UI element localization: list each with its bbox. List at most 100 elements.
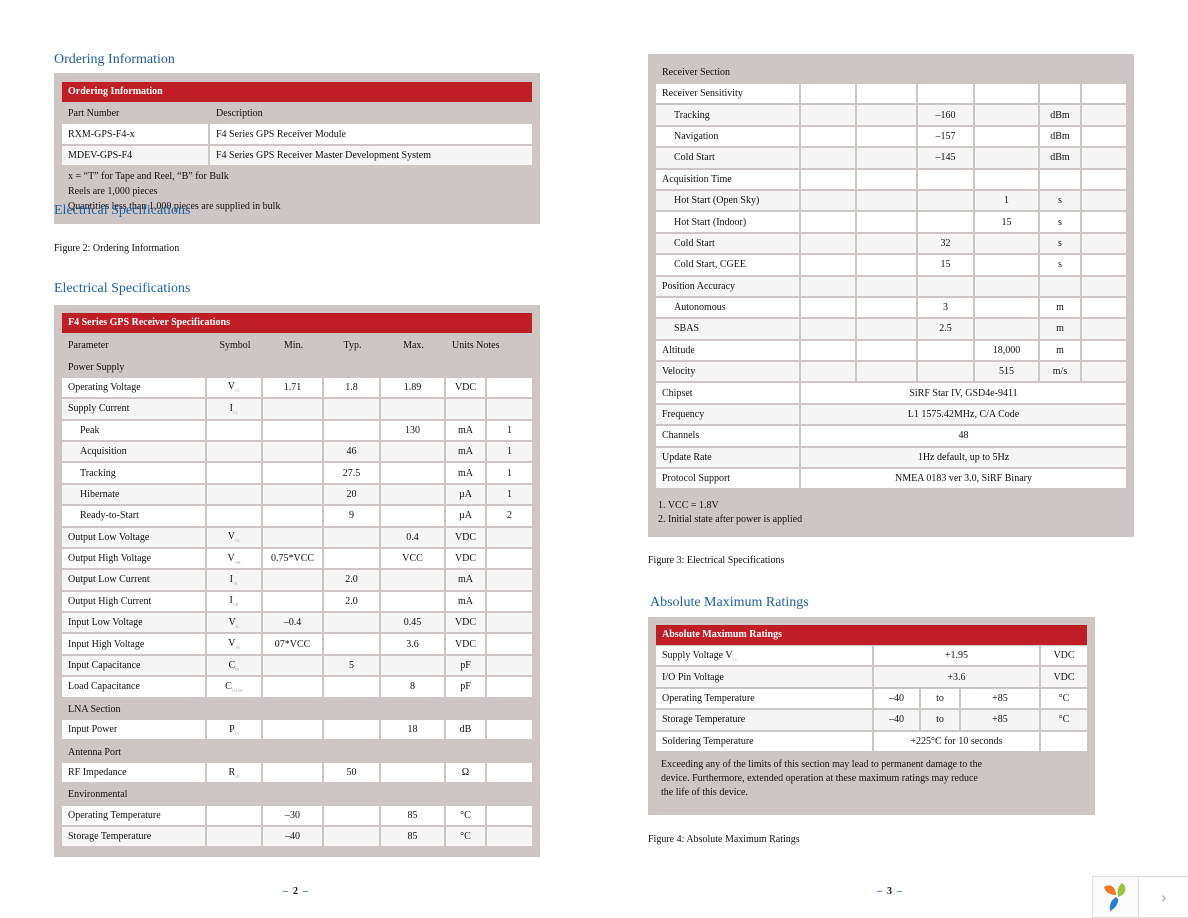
typ: 2.0 [324, 591, 381, 614]
description: F4 Series GPS Receiver Module [210, 124, 532, 146]
table-row: RXM-GPS-F4-x F4 Series GPS Receiver Modul… [62, 124, 532, 146]
typ: 32 [918, 233, 975, 256]
symbol [801, 233, 857, 256]
next-page-button[interactable]: › [1139, 877, 1188, 917]
range-to: to [921, 688, 961, 711]
min [263, 441, 324, 464]
max: 85 [381, 826, 446, 849]
symbol [801, 148, 857, 170]
symbol: IOH [207, 591, 263, 614]
notes [487, 377, 532, 400]
section-label: LNA Section [68, 703, 121, 715]
typ: –157 [918, 126, 975, 149]
footnote: 2. Initial state after power is applied [658, 514, 803, 525]
table-row: Update Rate 1Hz default, up to 5Hz [656, 447, 1126, 470]
typ [918, 276, 975, 298]
min [857, 126, 918, 149]
notes [1082, 212, 1126, 234]
units [1041, 731, 1087, 753]
absmax-heading: Absolute Maximum Ratings [650, 595, 809, 610]
units: mA [446, 570, 487, 592]
value: 48 [801, 426, 1126, 448]
table-row: Cold Start, CGEE 15 s [656, 255, 1126, 277]
max [381, 463, 446, 485]
parameter: Hot Start (Indoor) [656, 212, 801, 234]
page-number: – 2 – [283, 886, 308, 897]
notes: 1 [487, 463, 532, 485]
symbol [207, 420, 263, 442]
table-row: Operating Temperature –40 to +85 °C [656, 688, 1087, 711]
max [381, 570, 446, 592]
symbol [801, 126, 857, 149]
table-row: Autonomous 3 m [656, 297, 1126, 320]
parameter: Output Low Voltage [62, 527, 207, 549]
typ: 15 [918, 255, 975, 277]
units: VDC [1041, 646, 1087, 668]
page-number: – 3 – [877, 886, 902, 897]
col-header: Max. [403, 340, 424, 352]
table-row: Input Low Voltage VIL –0.4 0.45 VDC [62, 613, 532, 635]
col-header-description: Description [216, 108, 263, 120]
typ [324, 720, 381, 742]
table-row: Acquisition 46 mA 1 [62, 441, 532, 464]
parameter: Frequency [656, 404, 801, 427]
footnote: 1. VCC = 1.8V [658, 500, 719, 511]
parameter: Receiver Sensitivity [656, 84, 801, 106]
symbol: CLOAD [207, 677, 263, 699]
col-header-part-number: Part Number [68, 108, 120, 120]
units: VDC [446, 634, 487, 656]
table-row: Frequency L1 1575.42MHz, C/A Code [656, 404, 1126, 427]
units: m [1040, 340, 1082, 363]
footnotes: 1. VCC = 1.8V 2. Initial state after pow… [658, 499, 802, 527]
units: µA [446, 506, 487, 528]
units: °C [1041, 688, 1087, 711]
typ [324, 677, 381, 699]
max [381, 591, 446, 614]
min [263, 463, 324, 485]
value: L1 1575.42MHz, C/A Code [801, 404, 1126, 427]
notes [1082, 276, 1126, 298]
notes [1082, 319, 1126, 341]
parameter: Ready-to-Start [62, 506, 207, 528]
typ [918, 190, 975, 213]
parameter: Position Accuracy [656, 276, 801, 298]
parameter: Operating Voltage [62, 377, 207, 400]
symbol-subscript: CC [234, 388, 241, 394]
symbol-subscript: OH [234, 559, 241, 565]
app-logo-icon[interactable] [1093, 877, 1139, 917]
symbol [207, 484, 263, 507]
symbol: ICC [207, 399, 263, 421]
table-row: Tracking 27.5 mA 1 [62, 463, 532, 485]
max [381, 762, 446, 785]
max [381, 655, 446, 678]
absmax-warning: Exceeding any of the limits of this sect… [661, 759, 983, 798]
parameter: Channels [656, 426, 801, 448]
figure-caption: Figure 2: Ordering Information [54, 243, 180, 254]
typ [324, 613, 381, 635]
notes: 1 [487, 441, 532, 464]
max: 85 [381, 805, 446, 827]
units: µA [446, 484, 487, 507]
symbol: VIH [207, 634, 263, 656]
typ [324, 826, 381, 849]
symbol [207, 463, 263, 485]
symbol: IOL [207, 570, 263, 592]
symbol [801, 84, 857, 106]
units: m/s [1040, 362, 1082, 384]
notes [487, 613, 532, 635]
symbol-subscript: OL [233, 580, 239, 586]
table-row: Storage Temperature –40 to +85 °C [656, 710, 1087, 732]
max [975, 319, 1040, 341]
section-label: Environmental [68, 789, 128, 801]
notes [1082, 233, 1126, 256]
table-row: I/O Pin Voltage +3.6 VDC [656, 667, 1087, 689]
figure-caption: Figure 4: Absolute Maximum Ratings [648, 834, 800, 845]
notes [1082, 297, 1126, 320]
parameter: Load Capacitance [62, 677, 207, 699]
typ [918, 362, 975, 384]
min: –30 [263, 805, 324, 827]
symbol [801, 297, 857, 320]
symbol [207, 441, 263, 464]
notes [487, 677, 532, 699]
parameter: Navigation [656, 126, 801, 149]
